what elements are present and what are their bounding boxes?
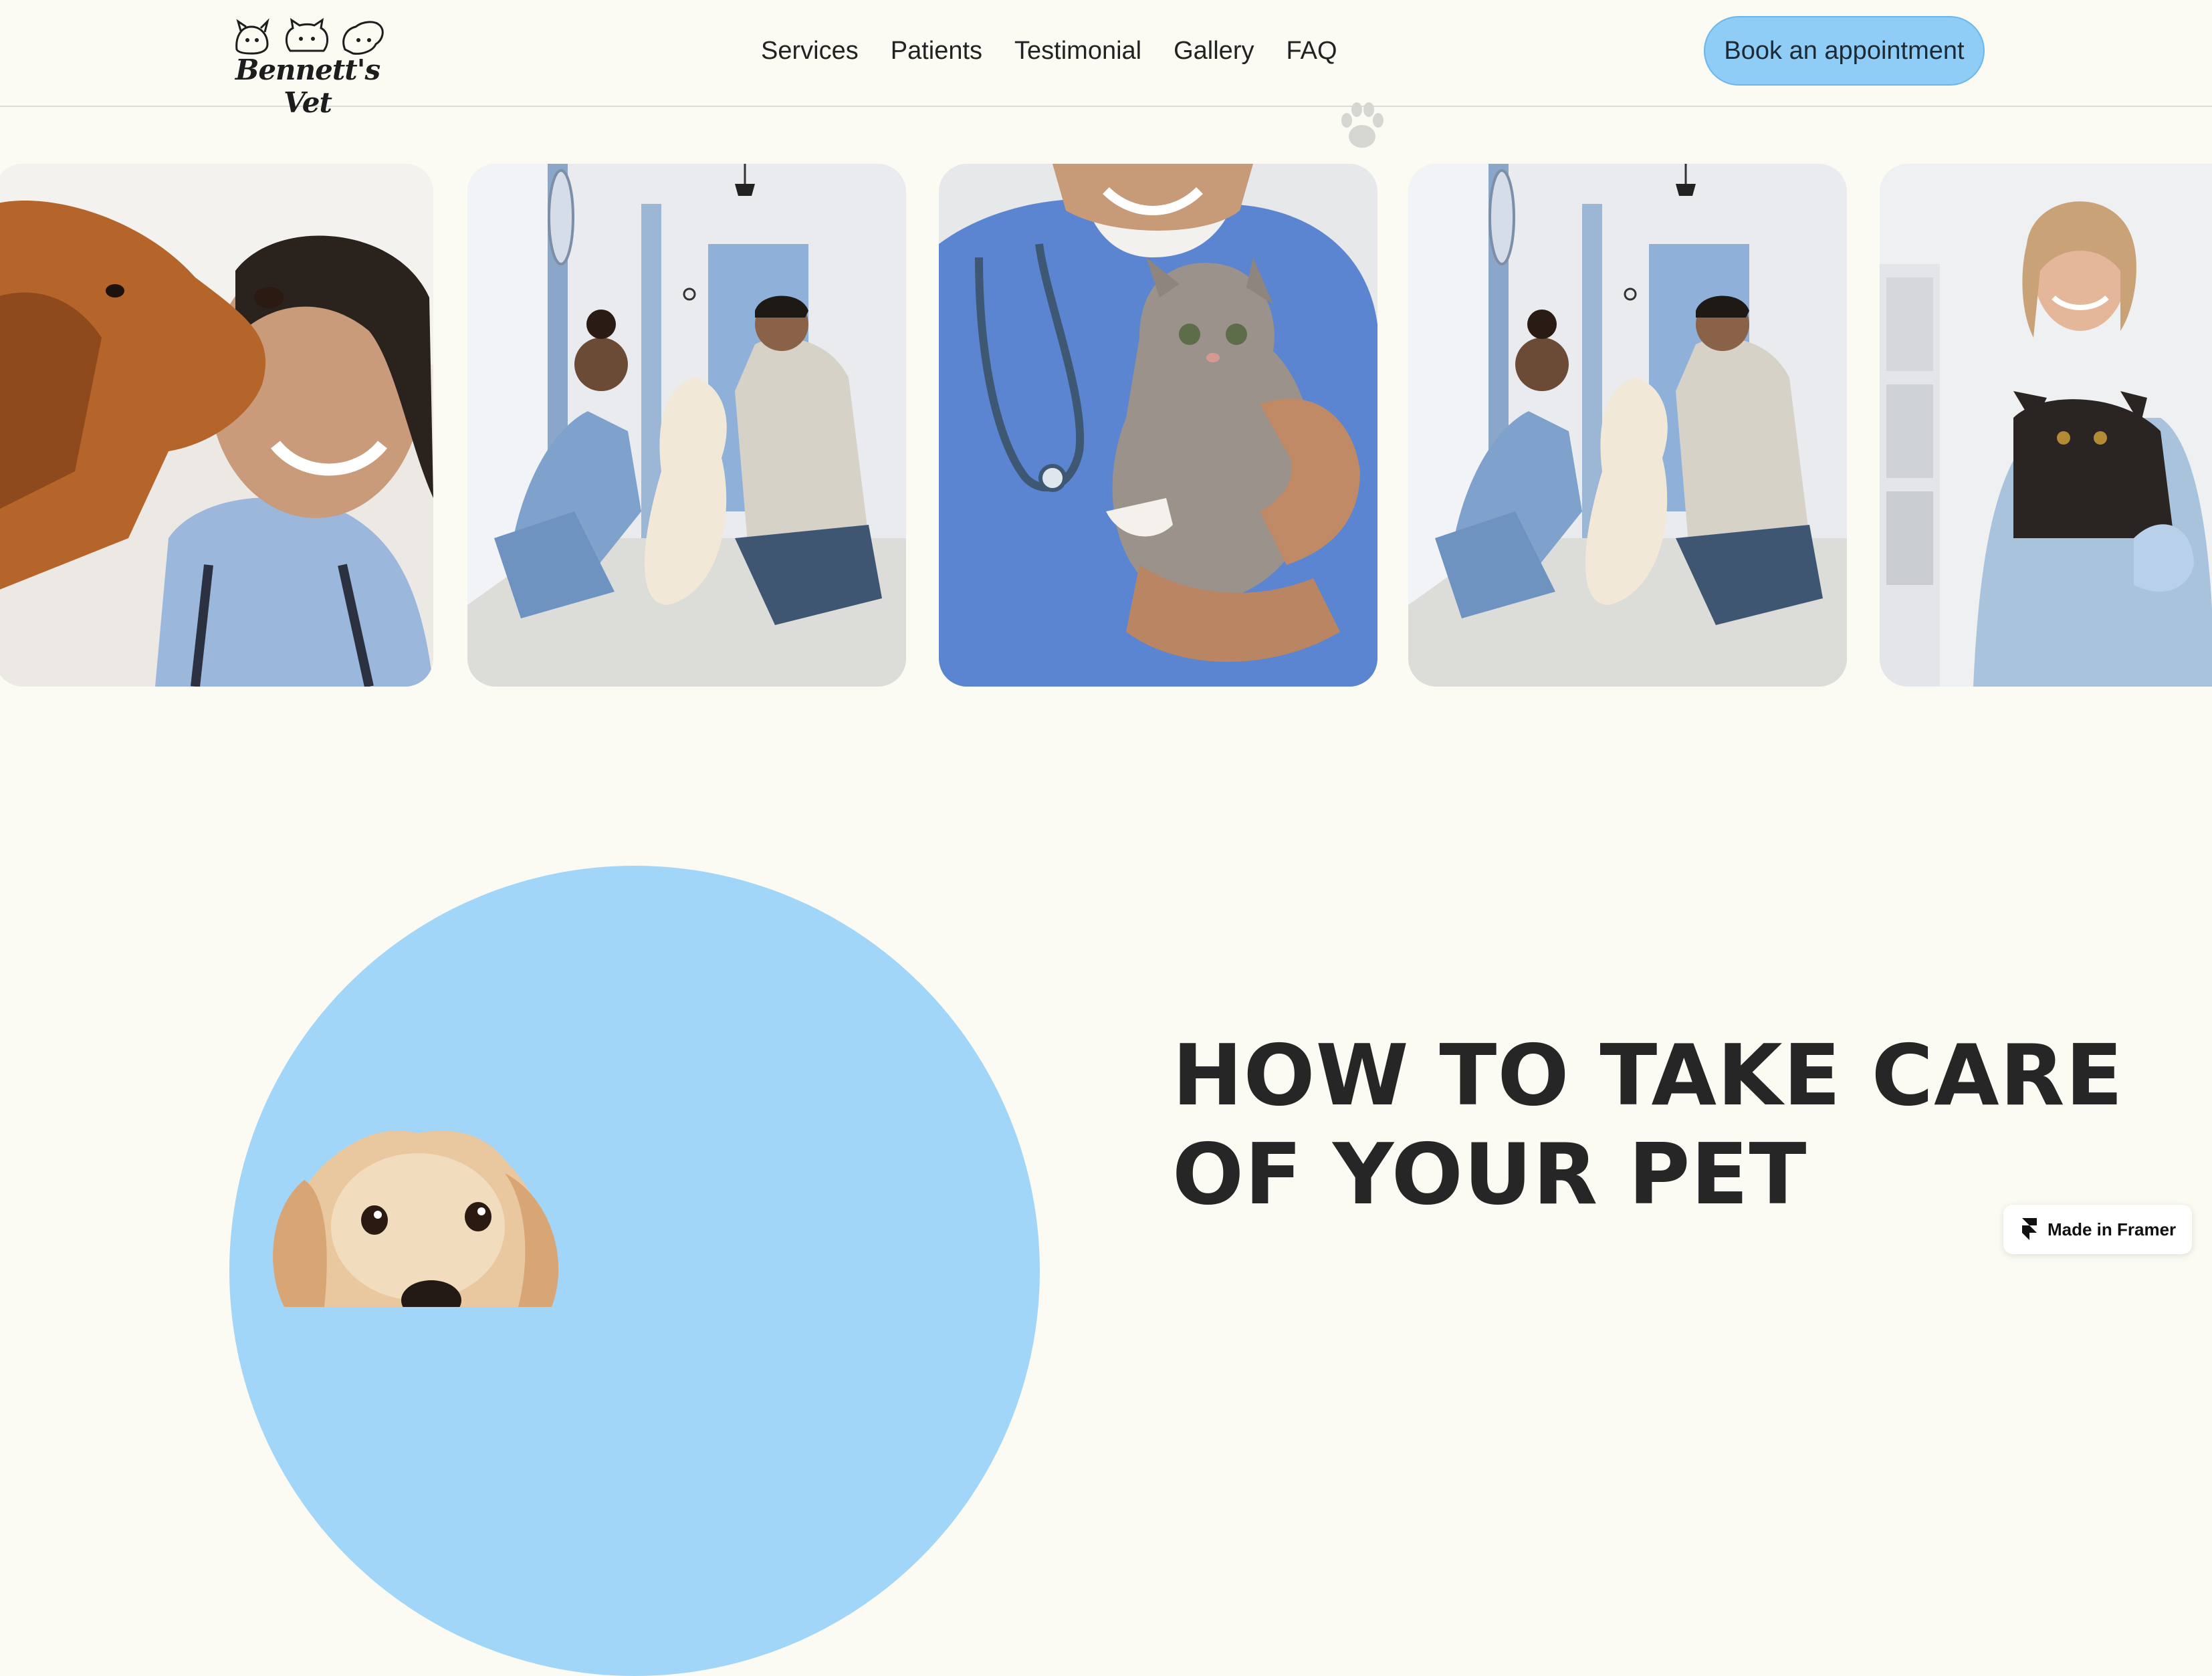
golden-retriever-image (273, 1130, 559, 1307)
nav-faq[interactable]: FAQ (1286, 33, 1337, 68)
vets-with-white-dog-photo-2 (1408, 164, 1847, 687)
vet-holding-black-cat-photo (1880, 164, 2212, 687)
book-appointment-button[interactable]: Book an appointment (1704, 16, 1985, 86)
made-in-framer-badge[interactable]: Made in Framer (2003, 1205, 2192, 1254)
nav-patients[interactable]: Patients (891, 33, 982, 68)
pets-logo-icon (235, 17, 384, 55)
main-nav: Services Patients Testimonial Gallery FA… (761, 33, 1337, 68)
vets-with-white-dog-photo (467, 164, 906, 687)
gallery-card[interactable] (939, 164, 1377, 687)
vet-holding-kitten-photo (939, 164, 1377, 687)
framer-icon (2022, 1218, 2037, 1240)
logo-wordmark: Bennett's Vet (235, 53, 380, 119)
photo-gallery (0, 164, 2212, 687)
paw-icon (1341, 102, 1384, 148)
gallery-card[interactable] (467, 164, 906, 687)
section-heading: HOW TO TAKE CARE OF YOUR PET (1172, 1026, 2124, 1224)
site-header: Bennett's Vet Services Patients Testimon… (0, 0, 2212, 119)
heading-line-2: OF YOUR PET (1172, 1125, 1807, 1223)
heading-line-1: HOW TO TAKE CARE (1172, 1026, 2124, 1124)
nav-services[interactable]: Services (761, 33, 859, 68)
dog-licking-vet-photo (0, 164, 433, 687)
gallery-card[interactable] (0, 164, 433, 687)
logo[interactable]: Bennett's Vet (227, 17, 388, 119)
nav-gallery[interactable]: Gallery (1174, 33, 1254, 68)
gallery-card[interactable] (1880, 164, 2212, 687)
gallery-card[interactable] (1408, 164, 1847, 687)
framer-badge-label: Made in Framer (2048, 1219, 2177, 1239)
nav-testimonial[interactable]: Testimonial (1014, 33, 1141, 68)
